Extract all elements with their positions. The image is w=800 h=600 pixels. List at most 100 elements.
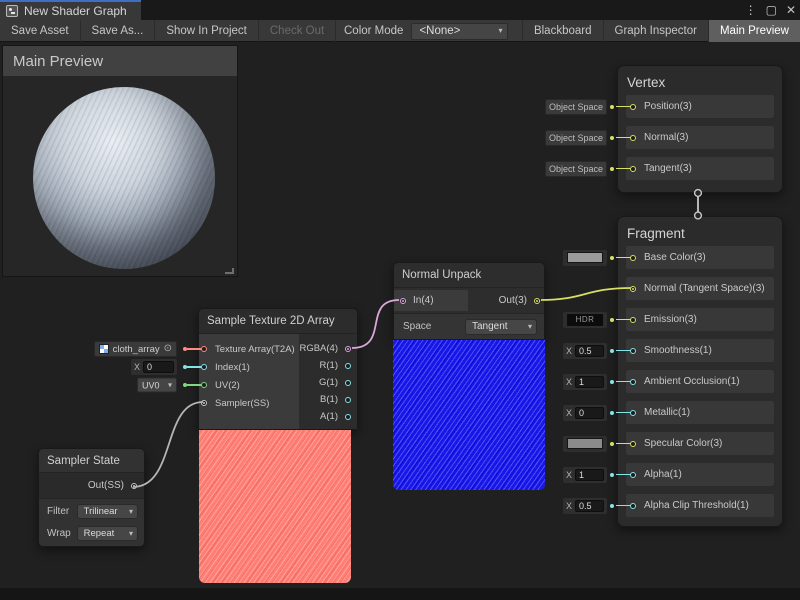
main-preview-button[interactable]: Main Preview — [708, 20, 800, 42]
port-specular-color[interactable] — [630, 441, 636, 447]
object-picker-icon[interactable]: ⊙ — [164, 344, 172, 354]
save-asset-button[interactable]: Save Asset — [0, 20, 81, 42]
sample-texture-2d-array-node[interactable]: Sample Texture 2D Array cloth_array ⊙ Te… — [198, 308, 358, 430]
port-a[interactable] — [345, 414, 351, 420]
uv-channel-dropdown[interactable]: UV0 ▾ — [137, 378, 177, 393]
space-row: Space Tangent ▾ — [394, 313, 544, 339]
chevron-down-icon: ▾ — [129, 530, 133, 538]
metallic-field[interactable]: X0 — [563, 405, 607, 421]
wire-stub — [616, 443, 631, 445]
port-r[interactable] — [345, 363, 351, 369]
bottom-strip — [0, 588, 800, 600]
index-field[interactable]: X 0 — [131, 359, 177, 375]
space-dropdown[interactable]: Tangent ▾ — [465, 319, 537, 335]
tangent-space-dropdown[interactable]: Object Space — [545, 161, 607, 177]
emission-hdr-field[interactable]: HDR — [563, 312, 607, 328]
port-tangent[interactable] — [630, 166, 636, 172]
normal-space-dropdown[interactable]: Object Space — [545, 130, 607, 146]
wire-stub — [616, 168, 631, 170]
wire-dot — [610, 442, 614, 446]
port-out[interactable] — [534, 298, 540, 304]
wrap-row: Wrap Repeat ▾ — [39, 524, 144, 543]
graph-inspector-button[interactable]: Graph Inspector — [603, 20, 708, 42]
wire-stub — [616, 106, 631, 108]
normal-unpack-node[interactable]: Normal Unpack In(4) Out(3) Space Tangent… — [393, 262, 545, 340]
vertex-node[interactable]: Vertex Object Space Position(3) Object S… — [617, 65, 783, 193]
port-rgba[interactable] — [345, 346, 351, 352]
port-alpha[interactable] — [630, 472, 636, 478]
alpha-clip-threshold-field[interactable]: X0.5 — [563, 498, 607, 514]
alpha-field[interactable]: X1 — [563, 467, 607, 483]
close-icon[interactable]: ✕ — [786, 0, 796, 20]
port-b[interactable] — [345, 397, 351, 403]
fragment-node[interactable]: Fragment Base Color(3) Normal (Tangent S… — [617, 216, 783, 527]
port-base-color[interactable] — [630, 255, 636, 261]
fragment-stack-handle[interactable] — [695, 212, 702, 219]
fragment-row-metallic: X0 Metallic(1) — [626, 401, 774, 424]
main-preview-header[interactable]: Main Preview — [3, 46, 237, 76]
wire-dot — [610, 318, 614, 322]
input-row-in: In(4) — [394, 290, 468, 311]
normal-map-preview — [393, 340, 545, 490]
shader-graph-icon — [6, 5, 18, 17]
fragment-row-ambient-occlusion: X1 Ambient Occlusion(1) — [626, 370, 774, 393]
hdr-label: HDR — [567, 314, 603, 326]
fragment-node-title: Fragment — [618, 217, 782, 246]
wrap-label: Wrap — [47, 528, 77, 539]
wire-stub — [616, 381, 631, 383]
tab-new-shader-graph[interactable]: New Shader Graph — [0, 0, 141, 20]
texture-array-field[interactable]: cloth_array ⊙ — [94, 341, 177, 357]
port-in[interactable] — [400, 298, 406, 304]
input-row-index: X 0 Index(1) — [199, 358, 299, 376]
output-row-out-ss: Out(SS) — [39, 473, 144, 499]
ambient-occlusion-field[interactable]: X1 — [563, 374, 607, 390]
vertex-row-position: Object Space Position(3) — [626, 95, 774, 118]
color-swatch — [567, 252, 603, 263]
port-position[interactable] — [630, 104, 636, 110]
filter-dropdown[interactable]: Trilinear ▾ — [77, 504, 138, 519]
port-metallic[interactable] — [630, 410, 636, 416]
title-bar: New Shader Graph ⋮ ▢ ✕ — [0, 0, 800, 20]
wire-dot — [610, 256, 614, 260]
maximize-icon[interactable]: ▢ — [766, 0, 777, 20]
vertex-stack-handle[interactable] — [695, 190, 702, 197]
shader-preview-sphere[interactable] — [33, 87, 215, 269]
resize-grip-icon[interactable] — [225, 268, 234, 274]
port-uv[interactable] — [201, 382, 207, 388]
wire-dot — [610, 105, 614, 109]
fragment-row-alpha: X1 Alpha(1) — [626, 463, 774, 486]
port-index[interactable] — [201, 364, 207, 370]
wire-stub — [616, 319, 631, 321]
port-texture-array[interactable] — [201, 346, 207, 352]
show-in-project-button[interactable]: Show In Project — [155, 20, 259, 42]
blackboard-button[interactable]: Blackboard — [522, 20, 603, 42]
color-mode-dropdown[interactable]: <None> ▾ — [411, 23, 508, 40]
port-alpha-clip-threshold[interactable] — [630, 503, 636, 509]
port-g[interactable] — [345, 380, 351, 386]
normal-unpack-node-title: Normal Unpack — [394, 263, 544, 288]
wire-stub — [187, 366, 201, 368]
sampler-state-node-title: Sampler State — [39, 449, 144, 473]
vertex-row-normal: Object Space Normal(3) — [626, 126, 774, 149]
port-ambient-occlusion[interactable] — [630, 379, 636, 385]
port-sampler[interactable] — [201, 400, 207, 406]
port-normal[interactable] — [630, 135, 636, 141]
wire-dot — [610, 167, 614, 171]
main-preview-body[interactable] — [3, 76, 237, 276]
port-emission[interactable] — [630, 317, 636, 323]
texture-array-icon — [99, 344, 109, 354]
window-menu-icon[interactable]: ⋮ — [745, 0, 757, 20]
wrap-dropdown[interactable]: Repeat ▾ — [77, 526, 138, 541]
save-as-button[interactable]: Save As... — [81, 20, 156, 42]
fragment-row-base-color: Base Color(3) — [626, 246, 774, 269]
wire-stub — [187, 348, 201, 350]
output-row-a: A(1) — [299, 408, 357, 425]
position-space-dropdown[interactable]: Object Space — [545, 99, 607, 115]
color-mode-label: Color Mode — [344, 25, 403, 37]
port-smoothness[interactable] — [630, 348, 636, 354]
chevron-down-icon: ▾ — [528, 323, 532, 331]
base-color-swatch[interactable] — [563, 250, 607, 266]
smoothness-field[interactable]: X0.5 — [563, 343, 607, 359]
specular-color-swatch[interactable] — [563, 436, 607, 452]
sampler-state-node[interactable]: Sampler State Out(SS) Filter Trilinear ▾… — [38, 448, 145, 547]
